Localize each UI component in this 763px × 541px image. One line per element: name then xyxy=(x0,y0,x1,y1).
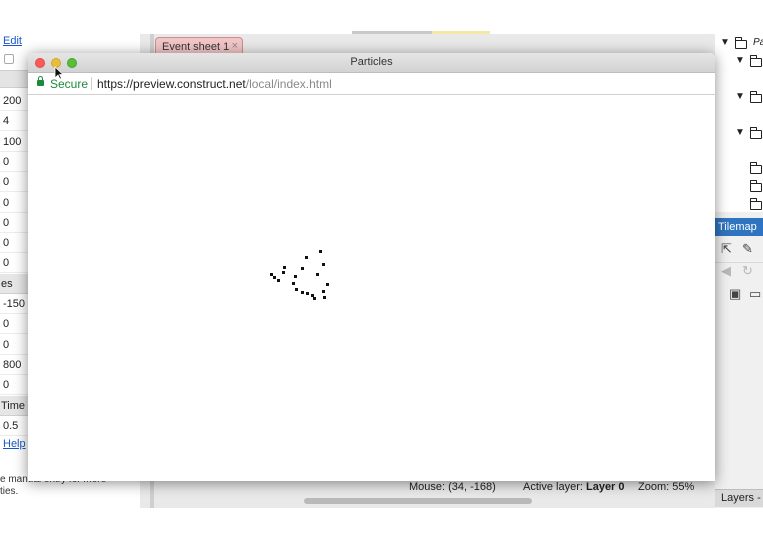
lock-icon xyxy=(37,76,44,86)
particle xyxy=(292,282,295,285)
tilemap-title: Tilemap xyxy=(718,221,757,233)
active-layer-label: Active layer: xyxy=(523,481,583,493)
address-bar[interactable]: Secure https://preview.construct.net/loc… xyxy=(28,73,715,95)
folder-icon[interactable] xyxy=(749,91,762,103)
scrollbar-thumb[interactable] xyxy=(304,498,532,504)
close-icon[interactable]: × xyxy=(232,40,238,52)
expand-arrow-icon[interactable]: ▼ xyxy=(735,91,745,102)
particle xyxy=(311,294,314,297)
particle xyxy=(301,267,304,270)
property-group-label: es xyxy=(1,277,13,290)
particle xyxy=(282,271,285,274)
property-value: 800 xyxy=(3,358,22,371)
property-checkbox[interactable] xyxy=(4,54,14,64)
folder-icon[interactable] xyxy=(749,127,762,139)
url-field[interactable]: https://preview.construct.net/local/inde… xyxy=(97,77,332,91)
property-value: -150 xyxy=(3,298,26,310)
status-bar: Mouse: (34, -168) Active layer: Layer 0 … xyxy=(400,479,715,495)
url-host: https://preview.construct.net xyxy=(97,77,246,91)
tree-item-label[interactable]: Pa xyxy=(753,37,763,48)
arrow-cursor-icon xyxy=(54,66,64,80)
property-value: 0 xyxy=(3,318,10,331)
preview-browser-window: Particles Secure https://preview.constru… xyxy=(28,53,715,481)
tab-label: Event sheet 1 xyxy=(162,41,230,53)
particle xyxy=(322,290,325,293)
property-value: 100 xyxy=(3,135,22,148)
property-value: 0 xyxy=(3,196,10,209)
select-arrow-icon[interactable]: ⇱ xyxy=(721,241,732,257)
particles-canvas xyxy=(270,250,329,300)
window-title-bar[interactable]: Particles xyxy=(28,53,715,73)
property-value: 200 xyxy=(3,95,22,107)
bottom-margin xyxy=(0,508,763,541)
folder-icon[interactable] xyxy=(734,37,747,49)
active-layer-status: Active layer: Layer 0 xyxy=(523,481,625,493)
property-value: 0 xyxy=(3,176,10,189)
layers-tab-label: Layers - xyxy=(721,492,761,504)
expand-arrow-icon[interactable]: ▼ xyxy=(735,55,745,66)
particle xyxy=(270,273,273,276)
property-value: 0 xyxy=(3,237,10,250)
particle xyxy=(316,273,319,276)
folder-icon[interactable] xyxy=(749,162,762,174)
save-icon[interactable]: ▣ xyxy=(729,286,741,302)
game-viewport[interactable] xyxy=(28,95,715,481)
property-value: 0 xyxy=(3,257,10,270)
particle xyxy=(273,276,276,279)
edit-link[interactable]: Edit xyxy=(3,35,22,47)
particle xyxy=(283,266,286,269)
folder-icon[interactable] xyxy=(749,55,762,67)
expand-arrow-icon[interactable]: ▼ xyxy=(735,127,745,138)
particle xyxy=(277,279,280,282)
folder-icon[interactable] xyxy=(749,180,762,192)
rotate-icon[interactable]: ↻ xyxy=(742,263,753,279)
particle xyxy=(294,275,297,278)
property-value: 0 xyxy=(3,338,10,351)
expand-arrow-icon[interactable]: ▼ xyxy=(720,37,730,48)
address-separator xyxy=(91,77,92,90)
particle xyxy=(295,288,298,291)
mouse-coordinates: Mouse: (34, -168) xyxy=(409,481,496,493)
particle xyxy=(306,292,309,295)
particle xyxy=(326,283,329,286)
open-folder-icon[interactable]: ▭ xyxy=(749,286,761,302)
particle xyxy=(305,256,308,259)
property-value: 0 xyxy=(3,155,10,168)
url-path: /local/index.html xyxy=(245,77,332,91)
particle xyxy=(301,291,304,294)
help-link[interactable]: Help xyxy=(3,438,26,450)
particle xyxy=(323,296,326,299)
active-layer-value: Layer 0 xyxy=(585,481,625,493)
property-value: 0 xyxy=(3,216,10,229)
tilemap-panel-header: Tilemap xyxy=(715,218,763,236)
window-title: Particles xyxy=(350,56,393,68)
pencil-icon[interactable]: ✎ xyxy=(742,241,753,257)
tab-layers[interactable]: Layers - xyxy=(715,489,763,507)
particle xyxy=(313,297,316,300)
property-value: 0.5 xyxy=(3,419,19,432)
particle xyxy=(322,263,325,266)
erase-icon[interactable]: ◀ xyxy=(721,263,731,279)
property-group-label: Time xyxy=(1,399,26,412)
zoom-level: Zoom: 55% xyxy=(638,481,695,493)
folder-icon[interactable] xyxy=(749,198,762,210)
property-value: 0 xyxy=(3,379,10,392)
property-value: 4 xyxy=(3,115,10,128)
particle xyxy=(319,250,322,253)
top-margin xyxy=(0,0,763,34)
project-tree: ▼ Pa ▼ ▼ ▼ xyxy=(715,34,763,212)
description-line: ties. xyxy=(0,486,19,497)
